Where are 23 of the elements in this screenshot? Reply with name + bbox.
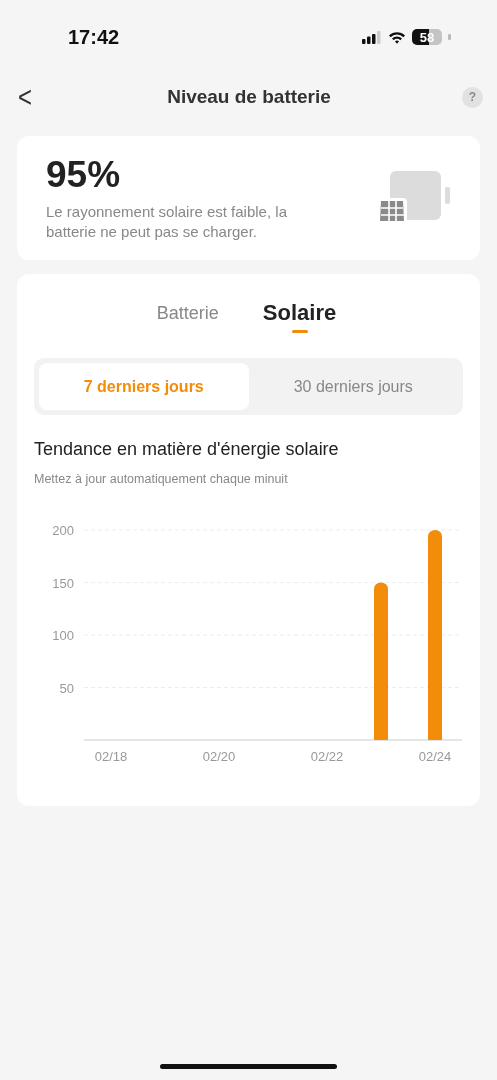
page-title: Niveau de batterie bbox=[167, 86, 331, 108]
help-button[interactable]: ? bbox=[462, 86, 483, 108]
battery-tip-icon bbox=[448, 34, 451, 40]
battery-percentage: 95% bbox=[46, 154, 122, 196]
y-axis-label: 200 bbox=[52, 523, 74, 538]
period-option[interactable]: 30 derniers jours bbox=[248, 363, 458, 410]
signal-icon bbox=[362, 30, 382, 44]
y-axis-label: 100 bbox=[52, 628, 74, 643]
y-axis-label: 50 bbox=[59, 680, 74, 696]
period-option[interactable]: 7 derniers jours bbox=[39, 363, 249, 410]
back-button[interactable]: < bbox=[14, 80, 36, 114]
x-axis-label: 02/24 bbox=[418, 749, 452, 764]
tab[interactable]: Batterie bbox=[154, 292, 221, 330]
tab[interactable]: Solaire bbox=[260, 292, 339, 330]
status-message: Le rayonnement solaire est faible, la batterie ne peut pas se charger. bbox=[46, 202, 288, 242]
clock-time: 17:42 bbox=[68, 25, 120, 49]
wifi-icon bbox=[388, 30, 406, 44]
x-axis-label: 02/22 bbox=[310, 749, 344, 764]
chart-title: Tendance en matière d'énergie solaire bbox=[34, 439, 340, 460]
x-axis-label: 02/18 bbox=[94, 749, 128, 764]
y-axis-label: 150 bbox=[52, 575, 74, 591]
x-axis-label: 02/20 bbox=[202, 749, 236, 764]
chart-subtitle: Mettez à jour automatiquement chaque minuit bbox=[34, 472, 289, 486]
